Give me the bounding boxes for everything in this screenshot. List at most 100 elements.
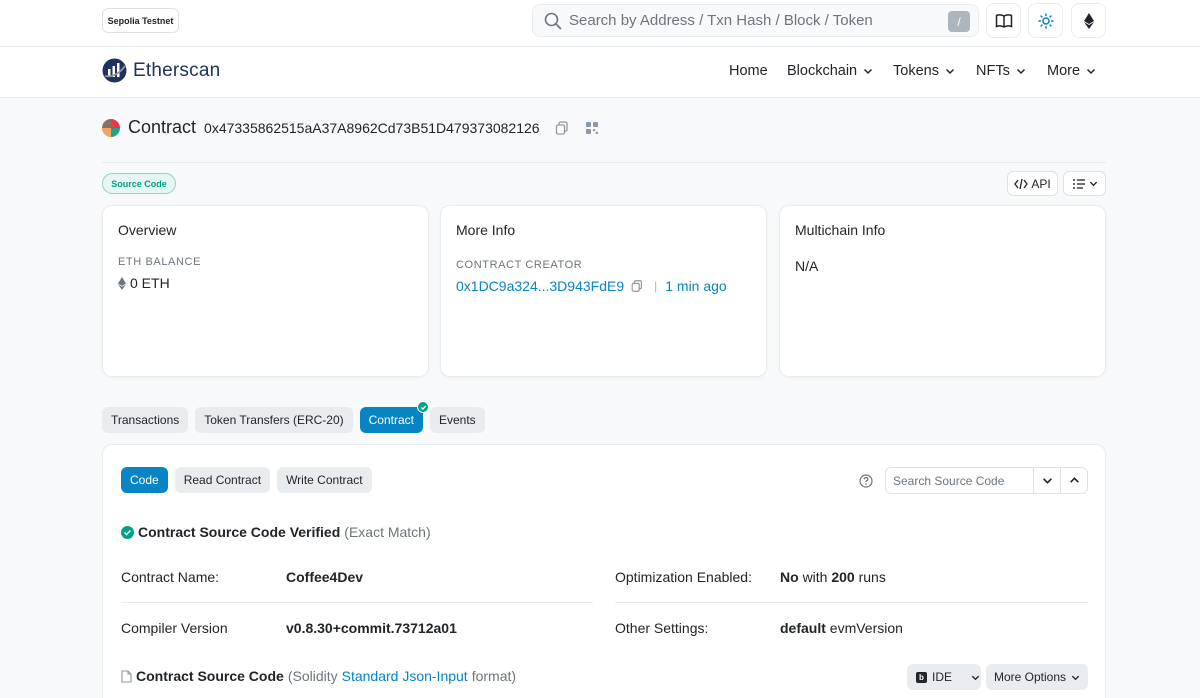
check-circle-icon bbox=[121, 525, 134, 539]
subtab-write-contract[interactable]: Write Contract bbox=[277, 467, 372, 493]
tab-contract[interactable]: Contract bbox=[359, 401, 429, 433]
eth-balance-value: 0 ETH bbox=[118, 275, 170, 291]
multichain-info-card: Multichain Info N/A bbox=[779, 205, 1106, 377]
qr-code-icon[interactable] bbox=[584, 120, 600, 136]
nav-home[interactable]: Home bbox=[729, 63, 768, 79]
chevron-down-icon bbox=[1016, 68, 1025, 75]
header-divider bbox=[102, 162, 1106, 163]
page-title: Contract bbox=[128, 117, 197, 137]
network-switch-button[interactable] bbox=[1071, 3, 1106, 38]
etherscan-logo[interactable]: Etherscan bbox=[102, 58, 220, 83]
eth-balance-amount: 0 ETH bbox=[130, 275, 170, 291]
chevron-down-icon bbox=[971, 675, 980, 680]
tab-transactions[interactable]: Transactions bbox=[102, 407, 189, 433]
list-icon bbox=[1072, 178, 1085, 189]
creation-time-link[interactable]: 1 min ago bbox=[665, 278, 726, 294]
address-tabs: Transactions Token Transfers (ERC-20) Co… bbox=[102, 401, 485, 433]
nav-more[interactable]: More bbox=[1047, 63, 1096, 79]
chevron-down-icon bbox=[1042, 478, 1052, 484]
verified-check-icon bbox=[417, 401, 429, 413]
contract-creator-row: 0x1DC9a324...3D943FdE9 | 1 min ago bbox=[456, 278, 727, 294]
multichain-title: Multichain Info bbox=[795, 222, 886, 238]
nav-blockchain[interactable]: Blockchain bbox=[787, 63, 873, 79]
more-info-card: More Info CONTRACT CREATOR 0x1DC9a324...… bbox=[440, 205, 767, 377]
standard-json-input-link[interactable]: Standard Json-Input bbox=[342, 668, 468, 684]
nav-nfts-label: NFTs bbox=[976, 63, 1010, 79]
code-icon bbox=[1014, 178, 1029, 189]
network-badge[interactable]: Sepolia Testnet bbox=[102, 8, 179, 33]
nav-tokens[interactable]: Tokens bbox=[893, 63, 955, 79]
copy-icon[interactable] bbox=[554, 120, 570, 136]
chevron-down-icon bbox=[945, 68, 954, 75]
api-button[interactable]: API bbox=[1007, 171, 1058, 196]
ethereum-icon bbox=[118, 276, 126, 290]
contract-avatar bbox=[102, 118, 120, 137]
more-options-label: More Options bbox=[993, 670, 1067, 684]
chevron-down-icon bbox=[1071, 675, 1080, 680]
row-divider bbox=[615, 602, 1088, 603]
search-icon bbox=[543, 11, 563, 31]
multichain-value: N/A bbox=[795, 258, 819, 274]
creator-address-link[interactable]: 0x1DC9a324...3D943FdE9 bbox=[456, 278, 624, 294]
source-title-text: Contract Source Code bbox=[136, 668, 284, 684]
contract-name-value: Coffee4Dev bbox=[286, 569, 364, 585]
search-next-button[interactable] bbox=[1033, 468, 1060, 493]
nav-more-label: More bbox=[1047, 63, 1081, 79]
source-format-prefix: (Solidity bbox=[287, 668, 338, 684]
tab-contract-label: Contract bbox=[368, 413, 414, 427]
optimization-value: No with 200 runs bbox=[780, 569, 886, 585]
overview-title: Overview bbox=[118, 222, 177, 238]
optimization-runs: 200 bbox=[831, 569, 855, 585]
source-format-suffix: format) bbox=[471, 668, 517, 684]
contract-address: 0x47335862515aA37A8962Cd73B51D4793730821… bbox=[204, 119, 540, 136]
search-bar[interactable]: / bbox=[532, 4, 979, 37]
overview-card: Overview ETH BALANCE 0 ETH bbox=[102, 205, 429, 377]
compiler-value: v0.8.30+commit.73712a01 bbox=[286, 620, 457, 636]
nav-home-label: Home bbox=[729, 63, 768, 79]
filter-list-button[interactable] bbox=[1063, 171, 1106, 196]
verified-text: Contract Source Code Verified bbox=[138, 524, 341, 540]
ide-label: IDE bbox=[932, 670, 953, 684]
separator: | bbox=[654, 279, 658, 293]
chevron-down-icon bbox=[1087, 68, 1096, 75]
brand-name: Etherscan bbox=[133, 59, 221, 81]
other-settings-value: default evmVersion bbox=[780, 620, 903, 636]
contract-header: Contract 0x47335862515aA37A8962Cd73B51D4… bbox=[102, 117, 600, 138]
chevron-down-icon bbox=[864, 68, 873, 75]
other-settings-default: default bbox=[780, 620, 826, 636]
help-icon[interactable] bbox=[859, 474, 873, 488]
row-divider bbox=[121, 602, 593, 603]
search-input[interactable] bbox=[569, 12, 939, 29]
book-icon bbox=[995, 13, 1012, 28]
contract-subtabs: Code Read Contract Write Contract bbox=[121, 467, 372, 493]
contract-code-panel: Code Read Contract Write Contract Contra… bbox=[102, 444, 1106, 698]
etherscan-logo-icon bbox=[102, 58, 127, 83]
nav-tokens-label: Tokens bbox=[893, 63, 939, 79]
book-button[interactable] bbox=[986, 3, 1021, 38]
contract-creator-label: CONTRACT CREATOR bbox=[456, 259, 583, 271]
tab-token-transfers[interactable]: Token Transfers (ERC-20) bbox=[195, 407, 353, 433]
ide-logo-icon: b bbox=[916, 671, 927, 683]
tab-events[interactable]: Events bbox=[430, 407, 485, 433]
theme-toggle-button[interactable] bbox=[1028, 3, 1063, 38]
source-code-badge[interactable]: Source Code bbox=[102, 173, 176, 194]
source-search-input[interactable] bbox=[886, 468, 1033, 493]
main-navbar: Etherscan Home Blockchain Tokens NFTs Mo… bbox=[0, 47, 1200, 98]
slash-shortcut-key: / bbox=[948, 11, 970, 32]
subtab-code[interactable]: Code bbox=[121, 467, 168, 493]
api-label: API bbox=[1031, 176, 1051, 191]
more-options-button[interactable]: More Options bbox=[986, 664, 1088, 690]
eth-balance-label: ETH BALANCE bbox=[118, 256, 202, 268]
chevron-down-icon bbox=[1089, 181, 1097, 187]
source-search-box bbox=[885, 467, 1088, 494]
optimization-with: with bbox=[802, 569, 828, 585]
nav-nfts[interactable]: NFTs bbox=[976, 63, 1026, 79]
verification-status: Contract Source Code Verified (Exact Mat… bbox=[121, 524, 431, 540]
ide-button[interactable]: b IDE bbox=[907, 664, 981, 690]
optimization-no: No bbox=[780, 569, 799, 585]
verified-note: (Exact Match) bbox=[344, 524, 431, 540]
file-icon bbox=[121, 669, 132, 683]
copy-icon[interactable] bbox=[630, 279, 644, 293]
subtab-read-contract[interactable]: Read Contract bbox=[174, 467, 271, 493]
search-prev-button[interactable] bbox=[1060, 468, 1087, 493]
